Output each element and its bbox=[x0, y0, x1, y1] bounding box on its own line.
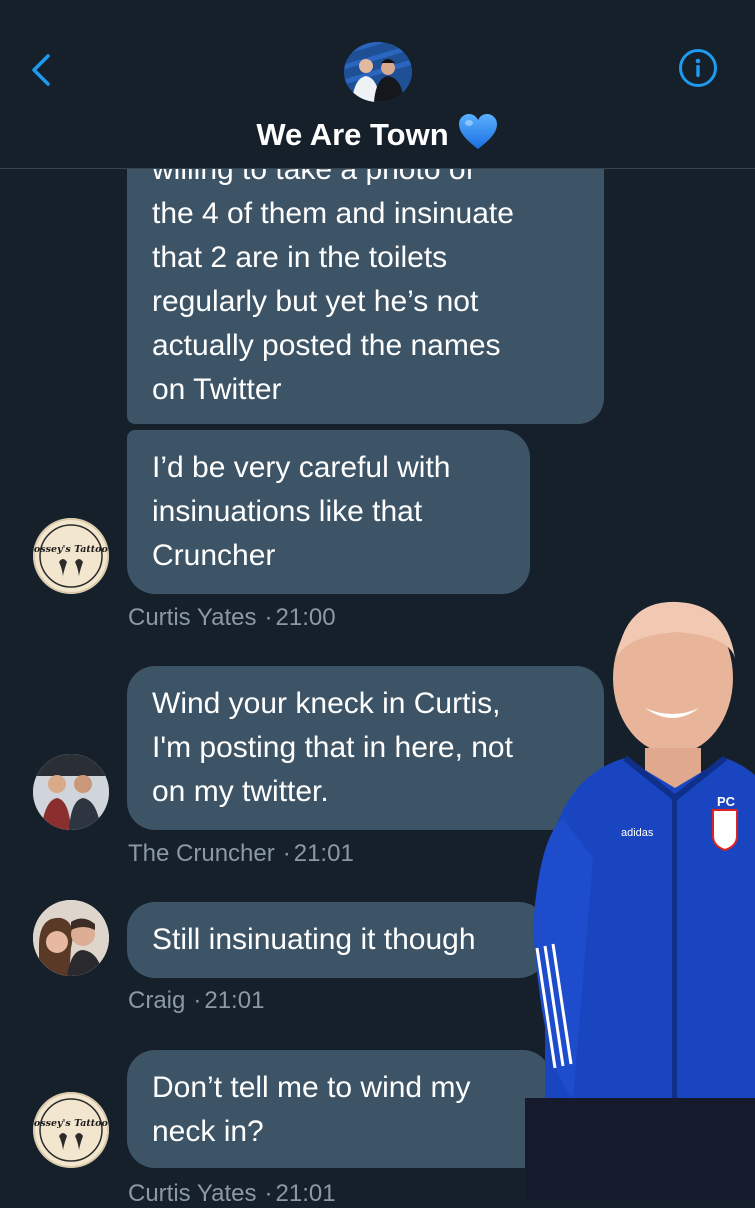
message-line: regularly but yet he’s not bbox=[152, 285, 479, 318]
back-button[interactable] bbox=[24, 48, 64, 92]
avatar-craig[interactable] bbox=[33, 900, 109, 976]
sender-name: The Cruncher bbox=[128, 840, 275, 867]
message-meta: Curtis Yates · 21:00 bbox=[128, 604, 336, 632]
message-line: actually posted the names bbox=[152, 329, 501, 362]
conversation-title[interactable]: We Are Town bbox=[0, 113, 755, 153]
message-line: Still insinuating it though bbox=[152, 923, 476, 956]
message-bubble[interactable]: Still insinuating it though bbox=[127, 902, 547, 978]
message-line: Don’t tell me to wind my bbox=[152, 1071, 471, 1104]
sender-name: Craig bbox=[128, 987, 186, 1014]
meta-separator: · bbox=[264, 1180, 273, 1207]
conversation-header: We Are Town bbox=[0, 0, 755, 169]
svg-text:adidas: adidas bbox=[621, 827, 654, 839]
message-line: the 4 of them and insinuate bbox=[152, 197, 514, 230]
message-bubble[interactable]: Don’t tell me to wind my neck in? bbox=[127, 1050, 551, 1168]
message-line: insinuations like that bbox=[152, 495, 423, 528]
info-button[interactable] bbox=[679, 49, 717, 87]
message-meta: Craig · 21:01 bbox=[128, 987, 264, 1015]
avatar-tattoo-logo[interactable]: Bossey's Tattoo's bbox=[33, 1092, 109, 1168]
tattoo-logo-text: Bossey's Tattoo's bbox=[33, 544, 109, 555]
group-name: We Are Town bbox=[256, 117, 449, 152]
sender-name: Curtis Yates bbox=[128, 1180, 257, 1207]
message-meta: The Cruncher · 21:01 bbox=[128, 840, 354, 868]
message-line: neck in? bbox=[152, 1115, 264, 1148]
message-meta: Curtis Yates · 21:01 bbox=[128, 1180, 336, 1208]
message-line: I’d be very careful with bbox=[152, 451, 451, 484]
message-bubble[interactable]: I’d be very careful with insinuations li… bbox=[127, 430, 530, 594]
message-line: Wind your kneck in Curtis, bbox=[152, 687, 501, 720]
avatar-the-cruncher[interactable] bbox=[33, 754, 109, 830]
message-time: 21:00 bbox=[275, 604, 336, 631]
chevron-left-icon bbox=[32, 54, 50, 86]
meta-separator: · bbox=[264, 604, 273, 631]
group-avatar[interactable] bbox=[344, 42, 412, 102]
tattoo-logo-text: Bossey's Tattoo's bbox=[33, 1118, 109, 1129]
message-line: that 2 are in the toilets bbox=[152, 241, 448, 274]
message-line: I'm posting that in here, not bbox=[152, 731, 513, 764]
meta-separator: · bbox=[193, 987, 202, 1014]
meta-separator: · bbox=[282, 840, 291, 867]
avatar-tattoo-logo[interactable]: Bossey's Tattoo's bbox=[33, 518, 109, 594]
message-line: on my twitter. bbox=[152, 775, 329, 808]
message-time: 21:01 bbox=[275, 1180, 336, 1207]
blue-heart-icon bbox=[458, 114, 497, 149]
message-line: Cruncher bbox=[152, 539, 276, 572]
message-time: 21:01 bbox=[204, 987, 265, 1014]
message-time: 21:01 bbox=[293, 840, 354, 867]
info-icon bbox=[695, 58, 701, 77]
overlay-person-photo: adidas PC bbox=[525, 601, 755, 1200]
sender-name: Curtis Yates bbox=[128, 604, 257, 631]
message-line: on Twitter bbox=[152, 373, 282, 406]
badge-initials: PC bbox=[717, 794, 736, 809]
